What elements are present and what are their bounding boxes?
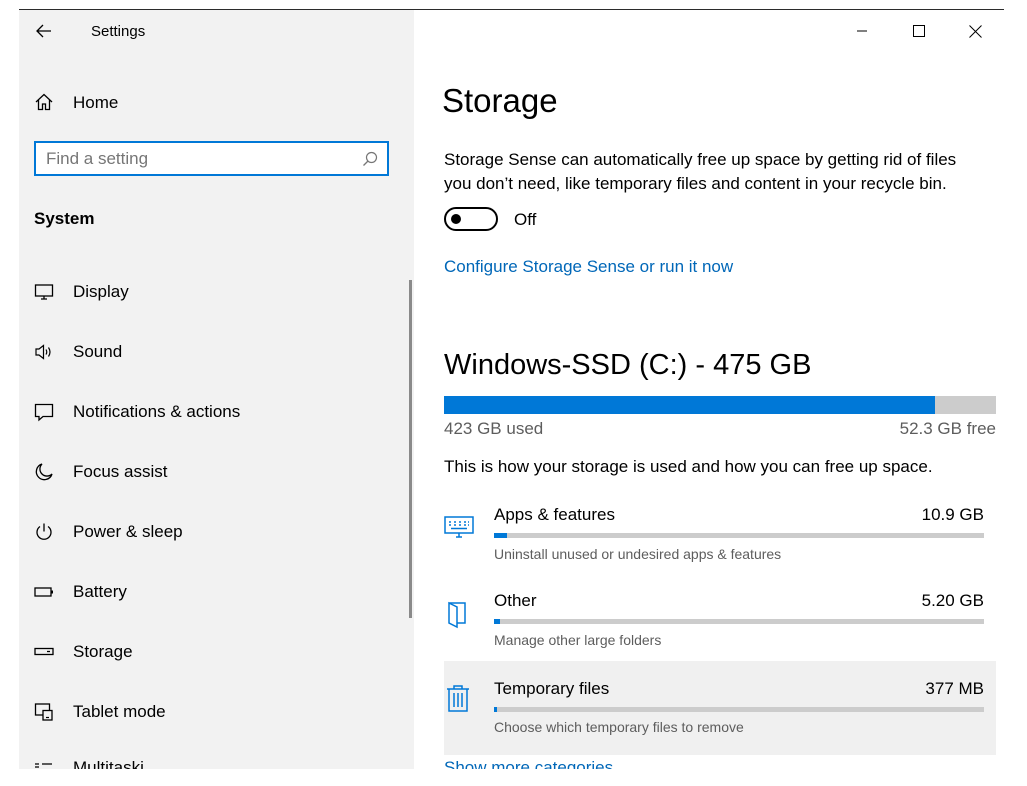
- category-subtitle: Manage other large folders: [494, 632, 662, 648]
- nav-home-label: Home: [73, 93, 119, 112]
- category-temporary-files[interactable]: Temporary files 377 MB Choose which temp…: [444, 661, 996, 755]
- display-icon: [34, 284, 54, 300]
- category-usage-fill: [494, 619, 500, 624]
- back-arrow-icon: [36, 24, 51, 38]
- app-title: Settings: [91, 23, 146, 40]
- sidebar-item-power-sleep[interactable]: Power & sleep: [19, 502, 409, 562]
- usage-description: This is how your storage is used and how…: [444, 457, 933, 476]
- category-usage-bar: [494, 533, 984, 538]
- sidebar-scrollbar[interactable]: [409, 280, 412, 618]
- category-name: Other: [494, 591, 537, 610]
- drive-title: Windows-SSD (C:) - 475 GB: [444, 349, 812, 381]
- sidebar: Settings Home System Display: [19, 10, 414, 769]
- apps-features-icon: [444, 516, 474, 538]
- drive-usage-bar: [444, 396, 996, 414]
- sidebar-item-storage[interactable]: Storage: [19, 622, 409, 682]
- category-usage-fill: [494, 533, 507, 538]
- back-button[interactable]: [29, 16, 59, 46]
- category-subtitle: Uninstall unused or undesired apps & fea…: [494, 546, 782, 562]
- search-icon[interactable]: [362, 151, 378, 167]
- sidebar-item-label: Notifications & actions: [73, 402, 241, 421]
- storage-page: Storage Storage Sense can automatically …: [442, 10, 1004, 769]
- sidebar-item-display[interactable]: Display: [19, 262, 409, 322]
- category-size: 10.9 GB: [921, 505, 984, 524]
- show-more-categories-link[interactable]: Show more categories: [444, 758, 613, 769]
- category-name: Temporary files: [494, 679, 610, 698]
- tablet-mode-icon: [34, 703, 53, 721]
- toggle-knob: [451, 214, 461, 224]
- sidebar-item-battery[interactable]: Battery: [19, 562, 409, 622]
- category-usage-bar: [494, 707, 984, 712]
- moon-icon: [35, 463, 53, 481]
- search-box[interactable]: [34, 141, 389, 176]
- storage-icon: [34, 647, 54, 656]
- drive-usage-fill: [444, 396, 936, 414]
- sidebar-item-label: Display: [73, 282, 129, 301]
- search-input[interactable]: [46, 146, 356, 171]
- category-size: 377 MB: [925, 679, 984, 698]
- sidebar-item-label: Sound: [73, 342, 123, 361]
- used-space-label: 423 GB used: [444, 419, 544, 438]
- sidebar-item-label: Focus assist: [73, 462, 168, 481]
- category-usage-bar: [494, 619, 984, 624]
- category-other[interactable]: Other 5.20 GB Manage other large folders: [444, 581, 996, 667]
- sidebar-item-label: Tablet mode: [73, 702, 166, 721]
- sidebar-item-label: Power & sleep: [73, 522, 183, 541]
- storage-sense-toggle[interactable]: [444, 207, 498, 231]
- sidebar-item-label: Multitaski: [73, 758, 144, 769]
- battery-icon: [34, 587, 53, 597]
- sidebar-item-notifications[interactable]: Notifications & actions: [19, 382, 409, 442]
- toggle-state-label: Off: [514, 210, 537, 229]
- sidebar-item-label: Battery: [73, 582, 127, 601]
- sound-icon: [35, 344, 51, 360]
- sidebar-item-sound[interactable]: Sound: [19, 322, 409, 382]
- nav-home[interactable]: Home: [19, 84, 414, 120]
- sidebar-item-multitasking[interactable]: Multitaski: [19, 758, 409, 769]
- category-size: 5.20 GB: [921, 591, 984, 610]
- storage-sense-description: Storage Sense can automatically free up …: [444, 150, 957, 193]
- other-folder-icon: [448, 601, 466, 629]
- category-name: Apps & features: [494, 505, 615, 524]
- power-icon: [36, 523, 52, 540]
- notifications-icon: [34, 403, 54, 422]
- free-space-label: 52.3 GB free: [899, 419, 996, 438]
- sidebar-item-label: Storage: [73, 642, 133, 661]
- home-icon: [35, 93, 53, 111]
- category-apps-features[interactable]: Apps & features 10.9 GB Uninstall unused…: [444, 495, 996, 581]
- page-title: Storage: [442, 82, 558, 119]
- category-usage-fill: [494, 707, 497, 712]
- title-bar: Settings: [19, 10, 414, 52]
- sidebar-item-tablet-mode[interactable]: Tablet mode: [19, 682, 409, 742]
- settings-window: Settings Home System Display: [19, 9, 1004, 769]
- section-title: System: [34, 209, 95, 228]
- multitasking-icon: [35, 763, 52, 768]
- category-subtitle: Choose which temporary files to remove: [494, 719, 744, 735]
- configure-storage-sense-link[interactable]: Configure Storage Sense or run it now: [444, 257, 733, 277]
- trash-icon: [447, 685, 469, 712]
- sidebar-item-focus-assist[interactable]: Focus assist: [19, 442, 409, 502]
- sidebar-nav: Display Sound Notifications & actions Fo…: [19, 262, 409, 742]
